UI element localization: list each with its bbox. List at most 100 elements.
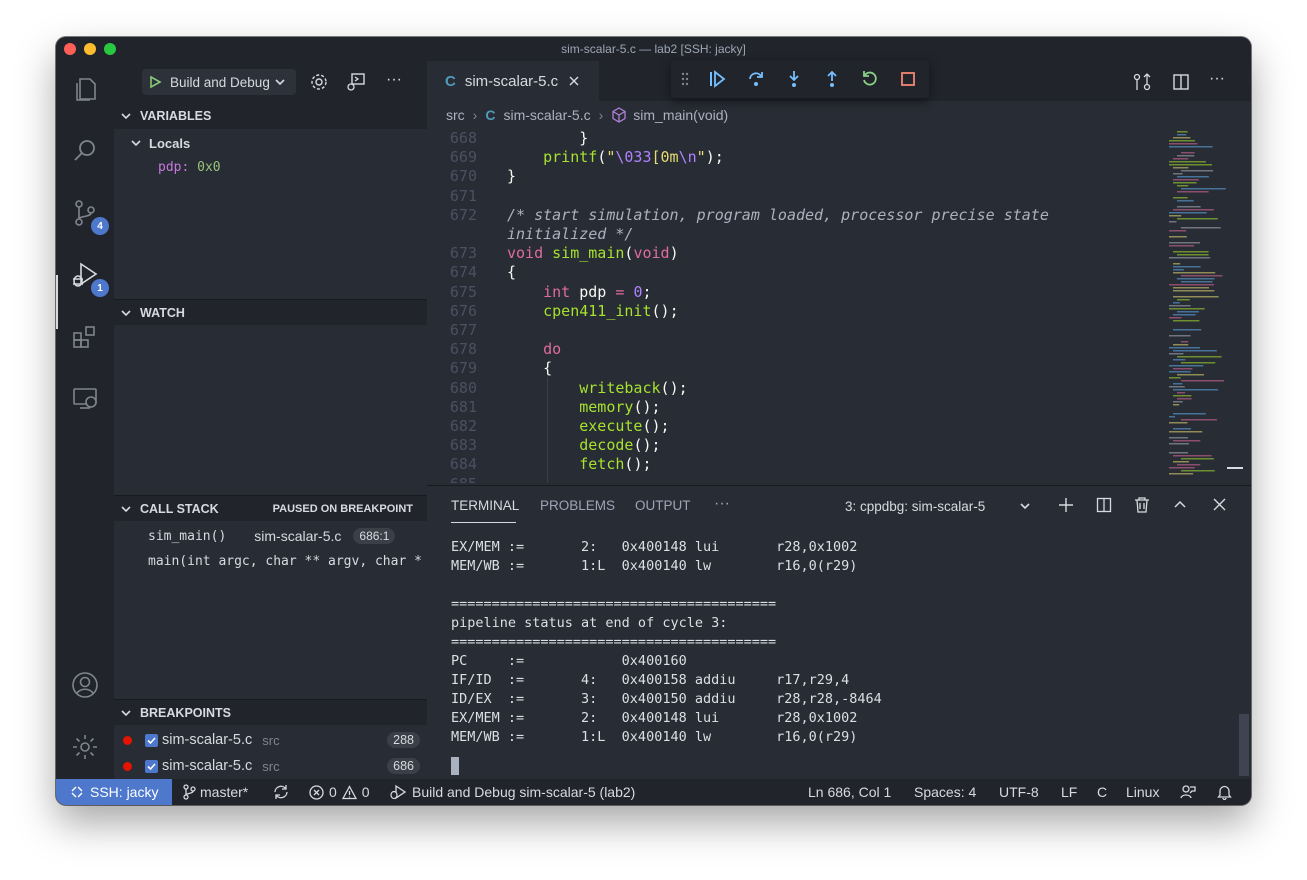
editor-tab[interactable]: C sim-scalar-5.c [427,61,599,101]
breakpoint-folder: src [262,758,280,774]
terminal-cursor [451,757,459,775]
breakpoint-row[interactable]: sim-scalar-5.c src 288 [120,729,420,751]
variable-row[interactable]: pdp: 0x0 [158,160,221,175]
source-control-icon[interactable]: 4 [65,193,109,235]
error-icon [309,784,324,800]
more-tabs-icon[interactable]: ··· [714,495,730,513]
feedback-icon [1180,785,1196,799]
variable-value: 0x0 [197,160,221,175]
minimap[interactable] [1165,129,1243,483]
c-file-icon: C [445,72,456,90]
chevron-down-icon [121,505,131,512]
end-of-line[interactable]: LF [1061,779,1077,805]
close-window-button[interactable] [64,43,76,55]
tab-problems[interactable]: PROBLEMS [540,498,615,513]
line-number: 683 [449,436,477,455]
settings-gear-icon[interactable] [65,727,105,767]
debug-sidebar: Build and Debug ··· VARIABLES Locals pdp… [114,61,427,779]
stack-frame-file: sim-scalar-5.c [254,528,342,544]
remote-explorer-icon[interactable] [65,379,105,419]
stop-icon[interactable] [900,71,916,87]
remote-indicator[interactable]: SSH: jacky [56,779,172,805]
account-icon[interactable] [65,665,105,705]
terminal-output[interactable]: EX/MEM := 2: 0x400148 lui r28,0x1002 MEM/… [451,538,882,747]
breadcrumb-file[interactable]: sim-scalar-5.c [503,107,590,123]
line-number: 669 [449,148,477,167]
stack-frame-row[interactable]: main(int argc, char ** argv, char * [148,551,426,573]
line-text: fetch(); [579,455,652,474]
status-bar: SSH: jacky master* 0 0 Build and Debug s… [56,779,1251,805]
debug-config-indicator[interactable]: Build and Debug sim-scalar-5 (lab2) [390,779,635,805]
line-number: 674 [449,263,477,282]
zoom-window-button[interactable] [104,43,116,55]
line-number: 677 [449,321,477,339]
vscode-window: sim-scalar-5.c — lab2 [SSH: jacky] 4 1 B… [56,37,1251,805]
line-number: 681 [449,397,477,416]
warning-icon [341,784,357,799]
terminal-line: MEM/WB := 1:L 0x400140 lw r16,0(r29) [451,558,858,574]
launch-config-dropdown[interactable]: Build and Debug [142,69,296,95]
open-changes-icon[interactable] [1132,73,1152,91]
branch-indicator[interactable]: master* [182,779,248,805]
line-number: 676 [449,301,477,320]
feedback-button[interactable] [1180,779,1196,805]
close-icon[interactable] [568,75,580,87]
indentation[interactable]: Spaces: 4 [914,779,976,805]
debug-toolbar [671,60,929,98]
extensions-icon[interactable] [65,317,105,357]
cursor-position[interactable]: Ln 686, Col 1 [808,779,891,805]
more-actions-icon[interactable]: ··· [386,71,402,89]
error-count: 0 [329,784,337,800]
drag-handle-icon[interactable] [681,72,689,86]
notifications-button[interactable] [1217,779,1232,805]
breakpoint-row[interactable]: sim-scalar-5.c src 686 [120,755,420,777]
search-icon[interactable] [65,131,105,171]
breakpoints-section-header[interactable]: BREAKPOINTS [114,699,427,725]
restart-icon[interactable] [861,70,879,88]
encoding[interactable]: UTF-8 [999,779,1039,805]
explorer-icon[interactable] [65,69,105,109]
tab-output[interactable]: OUTPUT [635,498,691,513]
tab-terminal[interactable]: TERMINAL [451,498,519,513]
split-terminal-icon[interactable] [1096,497,1112,513]
terminal-scrollbar[interactable] [1239,714,1249,776]
more-actions-icon[interactable]: ··· [1209,70,1225,88]
problems-indicator[interactable]: 0 0 [309,779,370,805]
variables-section-header[interactable]: VARIABLES [114,103,427,129]
line-number: 673 [449,244,477,263]
line-text: printf("\033[0m\n"); [543,148,724,167]
split-editor-icon[interactable] [1172,73,1190,91]
callstack-section-header[interactable]: CALL STACK PAUSED ON BREAKPOINT [114,495,427,521]
run-and-debug-icon[interactable]: 1 [65,255,109,297]
open-launch-json-gear-icon[interactable] [310,73,328,91]
step-over-icon[interactable] [747,70,765,88]
continue-icon[interactable] [708,70,726,88]
breadcrumb-symbol[interactable]: sim_main(void) [633,107,728,123]
step-into-icon[interactable] [785,70,803,88]
locals-scope[interactable]: Locals [130,133,190,153]
stack-frame-position: 686:1 [353,528,396,544]
breadcrumb-folder[interactable]: src [446,107,465,123]
terminal-line: ID/EX := 3: 0x400150 addiu r28,r28,-8464 [451,691,882,707]
trash-icon[interactable] [1134,496,1150,513]
terminal-select[interactable]: 3: cppdbg: sim-scalar-5 [835,495,1035,517]
sync-button[interactable] [273,779,289,805]
close-panel-icon[interactable] [1213,498,1226,511]
platform[interactable]: Linux [1126,779,1159,805]
stack-frame-function: main(int argc, char ** argv, char * [148,554,422,569]
code-editor[interactable]: 668 } 669 printf("\033[0m\n"); 670} 671 672 /… [427,129,1161,483]
chevron-down-icon [275,79,285,86]
start-debugging-icon[interactable] [148,75,162,89]
breakpoint-enabled-checkbox[interactable] [145,733,158,747]
sync-icon [274,785,288,799]
maximize-panel-chevron-up-icon[interactable] [1173,498,1187,512]
step-out-icon[interactable] [823,70,841,88]
breakpoint-enabled-checkbox[interactable] [145,759,158,773]
active-indicator [56,275,58,329]
watch-section-header[interactable]: WATCH [114,299,427,325]
language-mode[interactable]: C [1097,779,1107,805]
new-terminal-plus-icon[interactable] [1058,497,1074,513]
debug-console-icon[interactable] [346,72,366,92]
minimize-window-button[interactable] [84,43,96,55]
stack-frame-row[interactable]: sim_main() sim-scalar-5.c 686:1 [148,525,418,547]
